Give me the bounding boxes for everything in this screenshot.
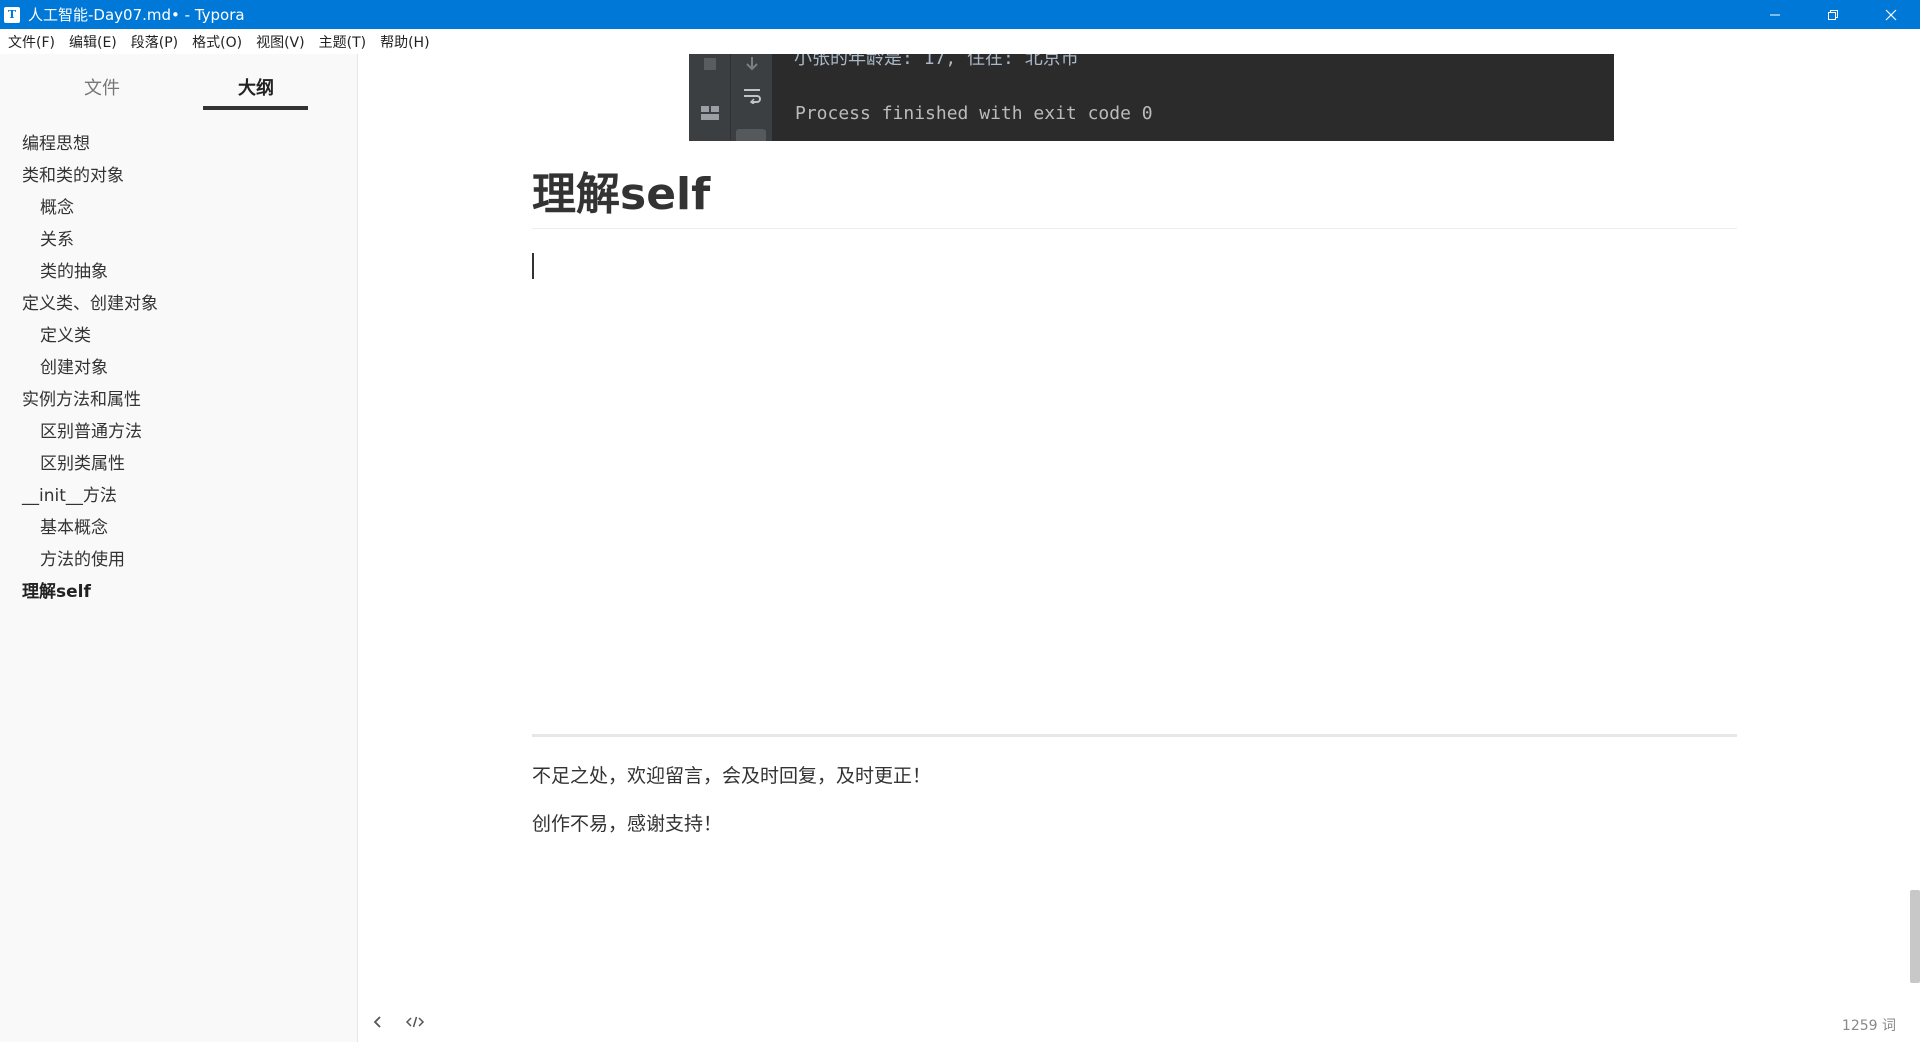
thanks-paragraph[interactable]: 创作不易，感谢支持！ bbox=[532, 809, 722, 836]
word-count[interactable]: 1259 词 bbox=[1842, 1015, 1896, 1035]
menu-view[interactable]: 视图(V) bbox=[249, 32, 312, 52]
outline-item[interactable]: 方法的使用 bbox=[0, 544, 358, 576]
console-gutter-left bbox=[689, 54, 731, 141]
outline-item[interactable]: 关系 bbox=[0, 224, 358, 256]
console-output-image: 小张的年龄是: 17, 住在: 北京市 Process finished wit… bbox=[689, 54, 1614, 141]
outline-item[interactable]: 概念 bbox=[0, 192, 358, 224]
restore-icon bbox=[1828, 9, 1838, 20]
horizontal-rule bbox=[532, 734, 1737, 737]
toggle-sidebar-button[interactable] bbox=[366, 1010, 390, 1034]
soft-wrap-icon bbox=[744, 89, 761, 104]
outline-item[interactable]: 基本概念 bbox=[0, 512, 358, 544]
footer-note-paragraph[interactable]: 不足之处，欢迎留言，会及时回复，及时更正！ bbox=[532, 761, 931, 788]
outline-list: 编程思想 类和类的对象 概念 关系 类的抽象 定义类、创建对象 定义类 创建对象… bbox=[0, 128, 358, 608]
tab-files[interactable]: 文件 bbox=[84, 74, 120, 100]
outline-item[interactable]: 类的抽象 bbox=[0, 256, 358, 288]
close-button[interactable] bbox=[1862, 0, 1920, 29]
title-bar: T 人工智能-Day07.md• - Typora bbox=[0, 0, 1920, 29]
window-controls bbox=[1746, 0, 1920, 29]
scroll-down-icon bbox=[746, 57, 758, 71]
outline-item[interactable]: __init__方法 bbox=[0, 480, 358, 512]
menu-bar: 文件(F) 编辑(E) 段落(P) 格式(O) 视图(V) 主题(T) 帮助(H… bbox=[0, 29, 1920, 54]
menu-help[interactable]: 帮助(H) bbox=[373, 32, 436, 52]
editor-area[interactable]: 小张的年龄是: 17, 住在: 北京市 Process finished wit… bbox=[359, 54, 1920, 1042]
menu-theme[interactable]: 主题(T) bbox=[312, 32, 373, 52]
menu-edit[interactable]: 编辑(E) bbox=[62, 32, 124, 52]
outline-item[interactable]: 编程思想 bbox=[0, 128, 358, 160]
menu-format[interactable]: 格式(O) bbox=[185, 32, 249, 52]
window-title: 人工智能-Day07.md• - Typora bbox=[28, 6, 245, 24]
pin-icon bbox=[736, 129, 766, 141]
console-output-line: Process finished with exit code 0 bbox=[795, 103, 1153, 124]
section-heading[interactable]: 理解self bbox=[532, 158, 710, 222]
sidebar: 文件 大纲 编程思想 类和类的对象 概念 关系 类的抽象 定义类、创建对象 定义… bbox=[0, 54, 358, 1042]
outline-item[interactable]: 定义类 bbox=[0, 320, 358, 352]
outline-item[interactable]: 区别普通方法 bbox=[0, 416, 358, 448]
chevron-left-icon bbox=[373, 1016, 381, 1028]
code-icon bbox=[405, 1016, 425, 1028]
console-output-line-partial: 小张的年龄是: 17, 住在: 北京市 bbox=[794, 54, 1079, 69]
outline-item[interactable]: 创建对象 bbox=[0, 352, 358, 384]
restore-button[interactable] bbox=[1804, 0, 1862, 29]
console-gutter-right bbox=[731, 54, 773, 141]
menu-paragraph[interactable]: 段落(P) bbox=[124, 32, 185, 52]
status-footer: 1259 词 bbox=[359, 1006, 1920, 1042]
outline-item[interactable]: 类和类的对象 bbox=[0, 160, 358, 192]
outline-item-active[interactable]: 理解self bbox=[0, 576, 358, 608]
typora-app-icon: T bbox=[4, 6, 20, 23]
active-tab-indicator bbox=[203, 106, 308, 110]
minimize-icon bbox=[1770, 14, 1780, 15]
menu-file[interactable]: 文件(F) bbox=[0, 32, 62, 52]
heading-underline bbox=[532, 228, 1737, 229]
tab-outline[interactable]: 大纲 bbox=[238, 74, 274, 100]
outline-item[interactable]: 实例方法和属性 bbox=[0, 384, 358, 416]
minimize-button[interactable] bbox=[1746, 0, 1804, 29]
sidebar-tabs: 文件 大纲 bbox=[0, 54, 358, 110]
outline-item[interactable]: 区别类属性 bbox=[0, 448, 358, 480]
editor-scrollbar-thumb[interactable] bbox=[1910, 890, 1920, 983]
source-code-mode-button[interactable] bbox=[403, 1010, 427, 1034]
layout-icon bbox=[701, 106, 719, 120]
close-icon bbox=[1885, 9, 1897, 20]
text-cursor bbox=[532, 253, 534, 279]
outline-item[interactable]: 定义类、创建对象 bbox=[0, 288, 358, 320]
stop-icon bbox=[704, 58, 716, 70]
